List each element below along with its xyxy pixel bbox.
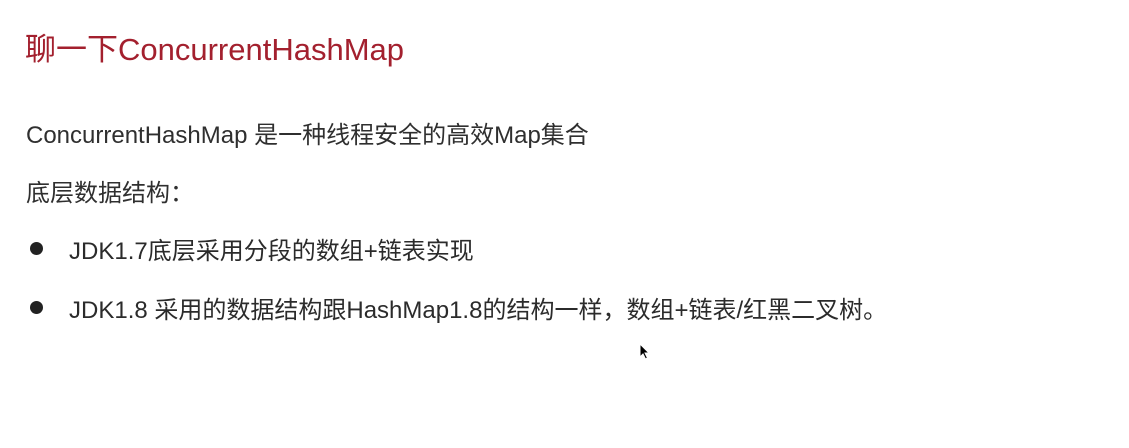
bullet-item: JDK1.8 采用的数据结构跟HashMap1.8的结构一样，数组+链表/红黑二…: [26, 290, 887, 325]
bullet-dot-icon: [30, 301, 43, 314]
bullet-item: JDK1.7底层采用分段的数组+链表实现: [26, 231, 474, 266]
mouse-cursor-icon: [639, 343, 651, 360]
subheading: 底层数据结构：: [26, 180, 194, 207]
bullet-text: JDK1.7底层采用分段的数组+链表实现: [69, 238, 474, 265]
slide-title: 聊一下ConcurrentHashMap: [25, 32, 405, 67]
bullet-dot-icon: [30, 242, 43, 255]
bullet-text: JDK1.8 采用的数据结构跟HashMap1.8的结构一样，数组+链表/红黑二…: [69, 297, 888, 324]
intro-text: ConcurrentHashMap 是一种线程安全的高效Map集合: [26, 122, 589, 149]
